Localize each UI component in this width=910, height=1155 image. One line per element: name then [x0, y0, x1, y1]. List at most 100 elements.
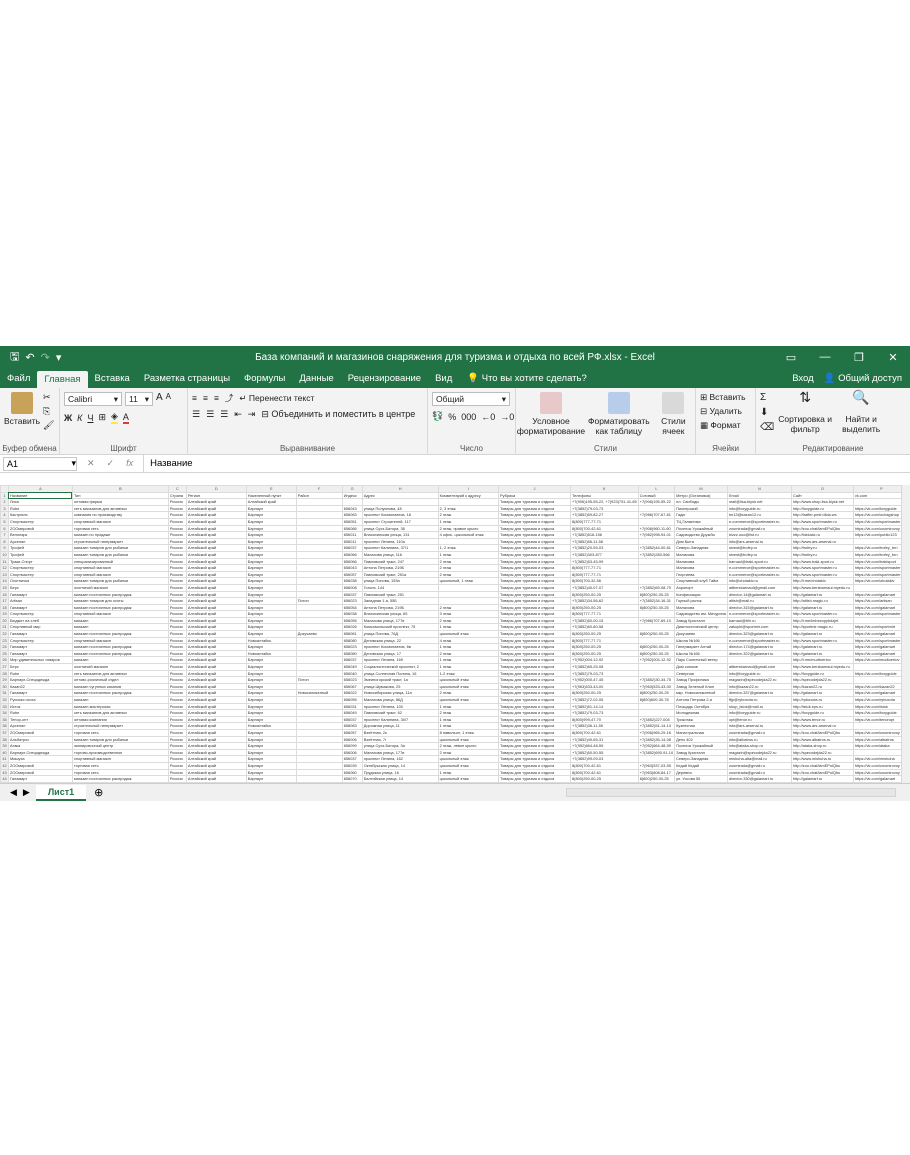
- cell[interactable]: altbersbarnaul@gmail.com: [726, 583, 792, 592]
- cell[interactable]: [437, 583, 500, 592]
- cell[interactable]: Барнаул: [245, 550, 297, 559]
- cell[interactable]: +7(3852)72-02-05: [570, 696, 639, 704]
- cell[interactable]: Алтайский край: [185, 669, 247, 678]
- format-painter-icon[interactable]: 🖌: [43, 420, 54, 431]
- cell[interactable]: 8(800)700-32-56: [570, 577, 639, 585]
- cell[interactable]: [437, 498, 500, 506]
- cell[interactable]: info@foxyguide.ru: [726, 669, 792, 678]
- cell[interactable]: 8(800)700-42-61: [570, 524, 639, 533]
- cell[interactable]: +7(3852)34-56-62: [570, 597, 639, 605]
- cell[interactable]: magazin@specodejda22.ru: [726, 676, 792, 684]
- cell[interactable]: Россия: [167, 748, 187, 757]
- cell[interactable]: [437, 590, 500, 599]
- row-number[interactable]: 34: [0, 709, 9, 717]
- cell[interactable]: Велопарк: [7, 531, 73, 539]
- cell[interactable]: 1 этаж: [437, 643, 500, 651]
- cell[interactable]: 656038: [341, 577, 363, 585]
- column-header[interactable]: L: [637, 485, 676, 493]
- cell[interactable]: Спортмастер: [7, 570, 73, 579]
- cell[interactable]: Мишуха: [7, 755, 73, 763]
- cell[interactable]: Россия: [167, 557, 187, 566]
- cell[interactable]: спортивный магазин: [71, 755, 169, 763]
- cell[interactable]: Галамарт: [7, 630, 73, 638]
- cell[interactable]: Алтайский край: [185, 761, 247, 770]
- cell[interactable]: 8(800)250-00-25: [637, 590, 676, 599]
- cell[interactable]: Октябрьская улица, 14: [361, 761, 439, 770]
- cell[interactable]: Барнаул: [245, 630, 297, 638]
- cell[interactable]: Галамарт: [7, 643, 73, 651]
- cell[interactable]: http://www.ars-arsenal.ru: [790, 722, 854, 730]
- cell[interactable]: Товары для туризма и отдыха: [498, 544, 571, 552]
- cell[interactable]: Малахова: [674, 603, 728, 612]
- cell[interactable]: магазин постоянных распродаж: [71, 603, 169, 612]
- cell[interactable]: 656037: [341, 544, 363, 552]
- decrease-font-icon[interactable]: A: [166, 392, 171, 406]
- cell[interactable]: +7(3852)50-50-55: [570, 748, 639, 757]
- cell[interactable]: zakupki@sportmir.com: [726, 623, 792, 632]
- cell[interactable]: zoomirada@gmail.ru: [726, 728, 792, 737]
- row-number[interactable]: 28: [0, 669, 9, 678]
- cell[interactable]: Товары для туризма и отдыха: [498, 570, 571, 579]
- header-cell[interactable]: Метро (Остановка): [674, 491, 728, 500]
- cell[interactable]: zoomirada@gmail.ru: [726, 524, 792, 533]
- cell[interactable]: Кузнечная: [674, 722, 728, 730]
- cell[interactable]: Барнаул: [245, 709, 297, 717]
- cell[interactable]: Товары для туризма и отдыха: [498, 643, 571, 651]
- cell[interactable]: +7(963)808-84-17: [637, 768, 676, 777]
- cell[interactable]: Новоалтайск: [245, 636, 297, 645]
- cell[interactable]: Rube: [7, 504, 73, 513]
- cell[interactable]: Россия: [167, 742, 187, 750]
- cell[interactable]: Товары для туризма и отдыха: [498, 768, 571, 777]
- cell[interactable]: [295, 616, 343, 625]
- header-cell[interactable]: Комментарий к адресу: [437, 491, 500, 500]
- decrease-decimal-icon[interactable]: →0: [500, 412, 514, 422]
- cell[interactable]: Товары для туризма и отдыха: [498, 550, 571, 559]
- cell[interactable]: Товары для туризма и отдыха: [498, 630, 571, 638]
- cell[interactable]: 656054: [341, 603, 363, 612]
- ribbon-display-icon[interactable]: ▭: [774, 351, 808, 364]
- cell[interactable]: магазин: [71, 656, 169, 665]
- cell[interactable]: улица Полуянова, 48: [361, 504, 439, 513]
- cell[interactable]: Галамарт: [7, 775, 73, 783]
- cell[interactable]: 656043: [341, 504, 363, 513]
- cell[interactable]: Алтайский край: [185, 702, 247, 711]
- cell[interactable]: ZOOмировой: [7, 728, 73, 737]
- cell[interactable]: Россия: [167, 531, 187, 539]
- cell[interactable]: Барнаул: [245, 616, 297, 625]
- cell[interactable]: [637, 517, 676, 526]
- cell[interactable]: 656060: [341, 768, 363, 777]
- cell[interactable]: 656006: [341, 735, 363, 744]
- merge-button[interactable]: ⊟ Объединить и поместить в центре: [261, 409, 415, 420]
- cell[interactable]: Деповская улица, 17: [361, 649, 439, 658]
- cell[interactable]: Русская охота: [7, 696, 73, 704]
- cell[interactable]: компания по производству: [71, 511, 169, 519]
- cell[interactable]: Власихинская улица, 131: [361, 531, 439, 539]
- tab-file[interactable]: Файл: [0, 373, 37, 388]
- cell[interactable]: [295, 610, 343, 618]
- cell[interactable]: Товары для туризма и отдыха: [498, 702, 571, 711]
- cell[interactable]: http://istok.eps.ru: [790, 702, 854, 711]
- cell[interactable]: 8(800)250-00-25: [637, 649, 676, 658]
- cell[interactable]: Деповская улица, 22: [361, 636, 439, 645]
- cell[interactable]: Rube: [7, 669, 73, 678]
- cell[interactable]: 2 этаж: [437, 649, 500, 658]
- row-number[interactable]: 38: [0, 735, 9, 744]
- cell[interactable]: Трикотаж: [674, 715, 728, 724]
- cell[interactable]: Диагностический центр: [674, 623, 728, 632]
- cell[interactable]: 1 этаж: [437, 663, 500, 671]
- cell[interactable]: http://www.sportmaster.ru: [790, 610, 854, 618]
- sheet-tab-list1[interactable]: Лист1: [35, 784, 87, 801]
- cell[interactable]: +7(982)998-94-01: [637, 531, 676, 539]
- cell[interactable]: Алтайский край: [185, 715, 247, 724]
- cell[interactable]: 2 этаж, левое крыло: [437, 742, 500, 750]
- cell[interactable]: [295, 544, 343, 552]
- cell[interactable]: http://www.ars-arsenal.ru: [790, 537, 854, 546]
- cell[interactable]: [637, 623, 676, 632]
- cell[interactable]: 656061: [341, 630, 363, 638]
- bold-button[interactable]: Ж: [64, 413, 72, 423]
- cell[interactable]: mail@lisa-biysk.net: [726, 498, 792, 506]
- cell[interactable]: Берс: [7, 583, 73, 592]
- cell[interactable]: Альбатрос: [7, 735, 73, 744]
- cell[interactable]: [295, 663, 343, 671]
- cell[interactable]: director-337@galamart.ru: [726, 689, 792, 697]
